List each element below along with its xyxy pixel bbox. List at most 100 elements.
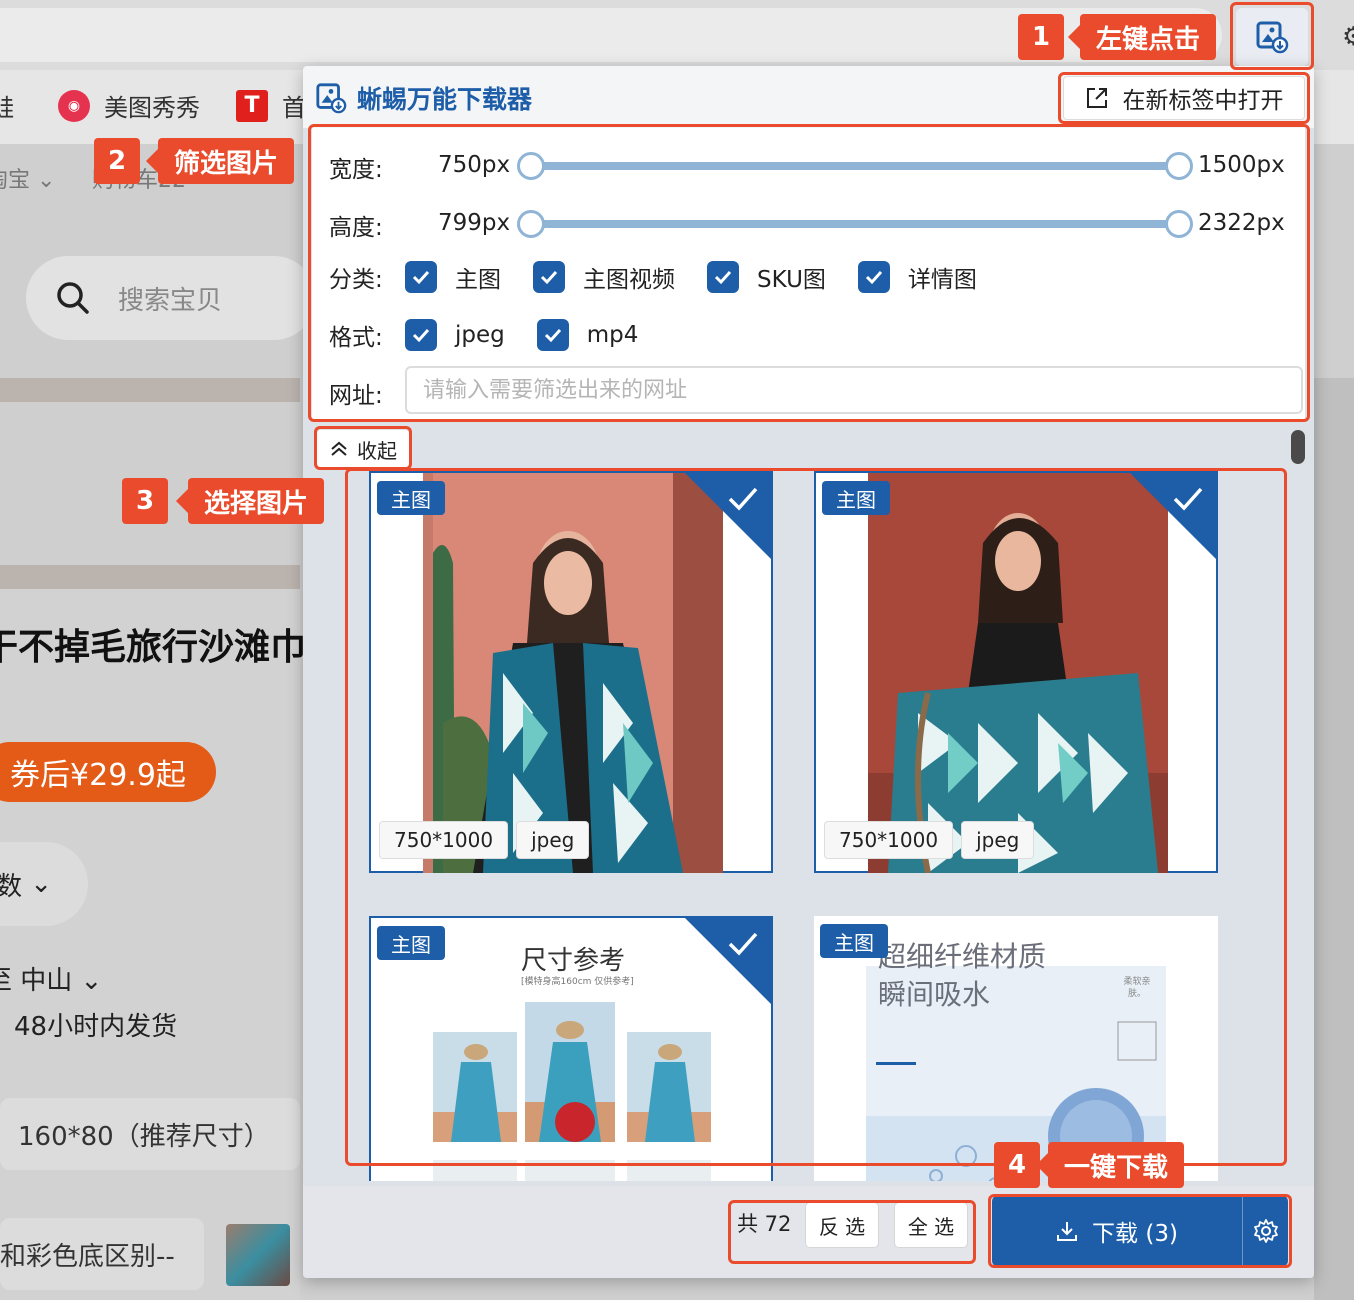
category-main-checkbox[interactable] <box>405 261 437 293</box>
product-photo-woman-chair <box>868 473 1168 873</box>
image-size: 750*1000 <box>379 821 509 859</box>
step-3-badge: 3 <box>122 478 168 524</box>
image-grid: 主图 750*1000 jpeg 主图 750*1000 jpeg 尺寸参考 [… <box>348 471 1284 1181</box>
download-settings-button[interactable] <box>1242 1196 1288 1266</box>
image-download-icon <box>1256 21 1289 54</box>
step-2-callout: 筛选图片 <box>145 138 295 184</box>
url-filter-input[interactable] <box>405 366 1303 414</box>
height-min-handle[interactable] <box>517 210 545 238</box>
meitu-logo-icon: ◉ <box>58 89 90 122</box>
format-filter-row: 格式: jpeg mp4 <box>329 318 670 352</box>
category-detail-checkbox[interactable] <box>857 261 890 293</box>
scrollbar-thumb[interactable] <box>1291 430 1305 464</box>
popup-header: 蜥蜴万能下载器 在新标签中打开 <box>303 66 1314 128</box>
category-label: 分类: <box>329 267 383 293</box>
image-type-tag: 主图 <box>377 926 445 960</box>
bookmark-item[interactable]: 蛙 <box>0 88 14 123</box>
step-1-badge: 1 <box>1018 14 1064 60</box>
page-search-box[interactable]: 搜索宝贝 <box>26 256 316 340</box>
width-label: 宽度: <box>329 157 383 183</box>
invert-selection-button[interactable]: 反 选 <box>805 1202 879 1248</box>
height-min-value: 799px <box>438 210 511 236</box>
url-filter-row: 网址: <box>329 376 409 410</box>
height-filter-row: 高度: <box>329 208 409 242</box>
format-jpeg-checkbox[interactable] <box>405 319 437 351</box>
category-sku-label: SKU图 <box>757 267 826 293</box>
page-side-area <box>1314 378 1354 1300</box>
variant-thumbnail[interactable] <box>226 1224 290 1286</box>
browser-settings-icon[interactable]: ⚙ <box>1342 22 1354 52</box>
variant-option[interactable]: 和彩色底区别-- <box>0 1218 204 1290</box>
filter-panel: 宽度: 750px 1500px 高度: 799px 2322px 分类: 主图… <box>312 128 1305 420</box>
width-slider-track[interactable] <box>530 162 1178 170</box>
extension-toolbar-button[interactable] <box>1236 8 1308 66</box>
image-card[interactable]: 尺寸参考 [模特身高160cm 仅供参考] 主图 <box>369 916 773 1181</box>
step-4-callout: 一键下载 <box>1035 1142 1185 1188</box>
bookmark-meitu[interactable]: ◉ 美图秀秀 <box>58 88 200 123</box>
price-badge[interactable]: 券后¥29.9起 <box>0 742 216 802</box>
image-meta: 750*1000 jpeg <box>824 821 1035 859</box>
download-button[interactable]: 下载 (3) <box>992 1196 1242 1266</box>
search-icon <box>57 282 89 314</box>
width-filter-row: 宽度: <box>329 150 409 184</box>
bookmark-t[interactable]: T 首 <box>236 88 306 123</box>
url-label: 网址: <box>329 383 383 409</box>
ship-location[interactable]: 至 中山 ⌄ <box>0 960 102 997</box>
width-max-handle[interactable] <box>1165 152 1193 180</box>
image-card[interactable]: 主图 750*1000 jpeg <box>814 471 1218 873</box>
select-all-button[interactable]: 全 选 <box>894 1202 968 1248</box>
image-format: jpeg <box>516 821 590 859</box>
step-2-badge: 2 <box>94 138 140 184</box>
size-reference-photos <box>433 1002 711 1181</box>
size-option[interactable]: 160*80（推荐尺寸） <box>0 1098 300 1170</box>
collapse-button[interactable]: 收起 <box>317 430 409 468</box>
download-button-group: 下载 (3) <box>992 1196 1288 1266</box>
image-type-tag: 主图 <box>377 481 445 515</box>
image-type-tag: 主图 <box>820 924 888 958</box>
chevron-up-icon <box>331 441 347 456</box>
external-link-icon <box>1086 88 1107 108</box>
category-video-checkbox[interactable] <box>533 261 565 293</box>
check-icon <box>728 932 758 956</box>
app-logo-icon <box>316 83 347 114</box>
height-max-value: 2322px <box>1198 210 1285 236</box>
product-info-panel <box>0 589 300 1300</box>
product-photo-woman-towel <box>423 473 723 873</box>
category-video-label: 主图视频 <box>583 267 675 293</box>
page-banner <box>0 565 300 589</box>
image-format: jpeg <box>961 821 1035 859</box>
height-slider-track[interactable] <box>530 220 1178 228</box>
shipping-time: 48小时内发货 <box>14 1012 178 1042</box>
step-1-callout: 左键点击 <box>1067 14 1217 60</box>
image-meta: 750*1000 jpeg <box>379 821 590 859</box>
gear-icon <box>1253 1219 1278 1243</box>
t-logo-icon: T <box>236 89 268 122</box>
step-3-callout: 选择图片 <box>175 478 325 524</box>
width-min-handle[interactable] <box>517 152 545 180</box>
open-new-tab-button[interactable]: 在新标签中打开 <box>1063 76 1305 120</box>
width-min-value: 750px <box>438 152 511 178</box>
format-mp4-checkbox[interactable] <box>536 319 569 351</box>
size-reference-heading: 尺寸参考 <box>521 946 626 976</box>
category-main-label: 主图 <box>455 267 501 293</box>
nav-taobao[interactable]: 淘宝 ⌄ <box>0 162 55 194</box>
format-mp4-label: mp4 <box>586 322 639 348</box>
page-banner <box>0 378 300 402</box>
category-sku-checkbox[interactable] <box>707 261 739 293</box>
height-max-handle[interactable] <box>1165 210 1193 238</box>
image-count: 共 72 <box>737 1212 792 1236</box>
search-placeholder: 搜索宝贝 <box>118 285 223 316</box>
height-label: 高度: <box>329 215 383 241</box>
product-title: 干不掉毛旅行沙滩巾 <box>0 627 307 668</box>
detail-heading: 超细纤维材质 瞬间吸水 <box>878 940 1047 1011</box>
soft-stamp: 柔软亲肤。 <box>1123 977 1151 999</box>
step-4-badge: 4 <box>994 1142 1040 1188</box>
width-max-value: 1500px <box>1198 152 1285 178</box>
quantity-dropdown[interactable]: 数 ⌄ <box>0 842 88 926</box>
image-size: 750*1000 <box>824 821 954 859</box>
image-type-tag: 主图 <box>822 481 890 515</box>
image-card[interactable]: 主图 750*1000 jpeg <box>369 471 773 873</box>
download-icon <box>1057 1222 1078 1241</box>
check-icon <box>728 487 758 511</box>
format-jpeg-label: jpeg <box>455 322 505 348</box>
